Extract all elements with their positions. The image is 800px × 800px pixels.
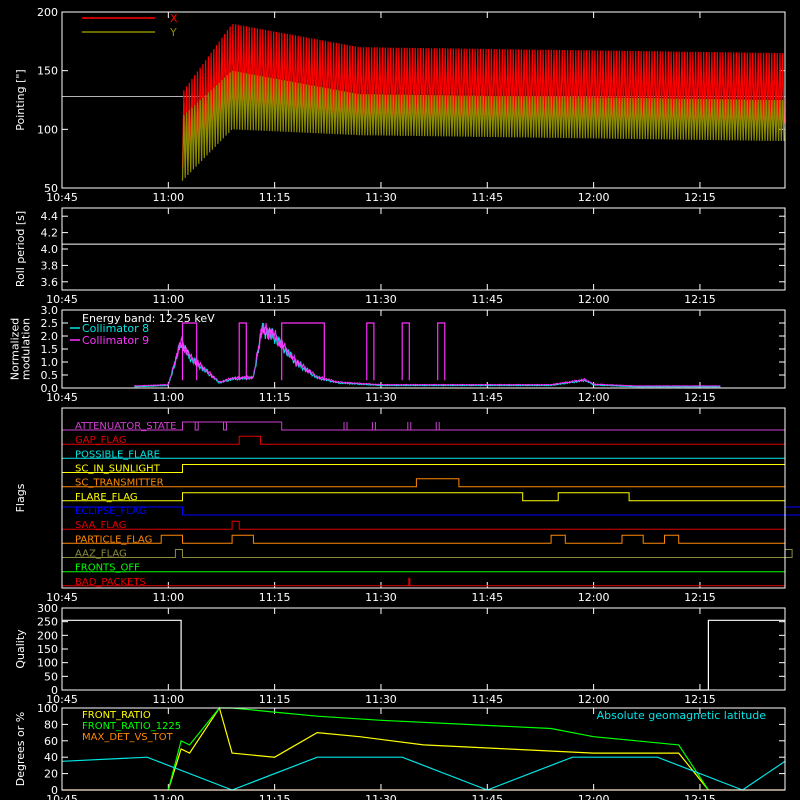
flags-xtick-label: 11:30 <box>365 591 397 604</box>
ratios-legend-label: FRONT_RATIO_1225 <box>82 721 181 732</box>
modulation-ytick-label: 3.0 <box>41 304 59 317</box>
flag-label: GAP_FLAG <box>75 435 127 446</box>
flag-label: FRONTS_OFF <box>75 563 140 574</box>
modulation-xtick-label: 11:15 <box>259 391 291 404</box>
pointing-xtick-label: 11:45 <box>471 191 503 204</box>
flag-label: BAD_PACKETS <box>75 577 146 588</box>
pointing-xtick-label: 11:15 <box>259 191 291 204</box>
flags-xtick-label: 12:00 <box>578 591 610 604</box>
roll-ytick-label: 3.6 <box>41 276 59 289</box>
ratios-ytick-label: 40 <box>44 751 58 764</box>
quality-xtick-label: 11:15 <box>259 693 291 706</box>
roll-ytick-label: 4.0 <box>41 243 59 256</box>
flags-xtick-label: 12:15 <box>684 591 716 604</box>
flags-ylabel: Flags <box>14 483 27 512</box>
ratios-xtick-label: 11:15 <box>259 793 291 800</box>
flag-label: AAZ_FLAG <box>75 549 127 560</box>
pointing-legend-label: Y <box>169 26 177 39</box>
quality-ytick-label: 250 <box>37 616 58 629</box>
ratios-ytick-label: 80 <box>44 718 58 731</box>
modulation-xtick-label: 11:45 <box>471 391 503 404</box>
modulation-ytick-label: 2.5 <box>41 317 59 330</box>
pointing-xtick-label: 12:00 <box>578 191 610 204</box>
quality-ytick-label: 300 <box>37 602 58 615</box>
flag-label: POSSIBLE_FLARE <box>75 449 160 460</box>
ratios-ytick-label: 100 <box>37 702 58 715</box>
flag-label: SAA_FLAG <box>75 520 126 531</box>
modulation-xtick-label: 11:00 <box>152 391 184 404</box>
flag-label: PARTICLE_FLAG <box>75 534 152 545</box>
roll-xtick-label: 11:45 <box>471 293 503 306</box>
quality-ytick-label: 50 <box>44 670 58 683</box>
flag-label: FLARE_FLAG <box>75 492 138 503</box>
ratios-xtick-label: 11:00 <box>152 793 184 800</box>
ratios-xtick-label: 12:15 <box>684 793 716 800</box>
modulation-ytick-label: 1.0 <box>41 356 59 369</box>
flags-xtick-label: 11:15 <box>259 591 291 604</box>
modulation-ytick-label: 1.5 <box>41 343 59 356</box>
ratios-xtick-label: 10:45 <box>46 793 78 800</box>
ratios-xtick-label: 12:00 <box>578 793 610 800</box>
quality-xtick-label: 12:15 <box>684 693 716 706</box>
flag-label: SC_TRANSMITTER <box>75 478 164 489</box>
ratios-legend-label: FRONT_RATIO <box>82 710 151 721</box>
quality-ylabel: Quality <box>14 629 27 669</box>
pointing-xtick-label: 11:30 <box>365 191 397 204</box>
flags-xtick-label: 11:45 <box>471 591 503 604</box>
roll-xtick-label: 11:15 <box>259 293 291 306</box>
modulation-ytick-label: 2.0 <box>41 330 59 343</box>
ratios-ylabel: Degrees or % <box>14 712 27 786</box>
ratios-annotation: Absolute geomagnetic latitude <box>597 709 767 722</box>
ratios-xtick-label: 11:30 <box>365 793 397 800</box>
quality-xtick-label: 11:45 <box>471 693 503 706</box>
ratios-xtick-label: 11:45 <box>471 793 503 800</box>
roll-ytick-label: 4.2 <box>41 227 59 240</box>
quality-xtick-label: 11:30 <box>365 693 397 706</box>
pointing-ylabel: Pointing ["] <box>14 69 27 130</box>
flag-label: SC_IN_SUNLIGHT <box>75 464 161 475</box>
ratios-legend-label: MAX_DET_VS_TOT <box>82 732 174 743</box>
roll-ytick-label: 4.4 <box>41 210 59 223</box>
pointing-xtick-label: 11:00 <box>152 191 184 204</box>
quality-ytick-label: 100 <box>37 657 58 670</box>
roll-ylabel: Roll period [s] <box>14 211 27 287</box>
roll-ytick-label: 3.8 <box>41 259 59 272</box>
flags-xtick-label: 11:00 <box>152 591 184 604</box>
quality-ytick-label: 150 <box>37 643 58 656</box>
flag-label: ATTENUATOR_STATE <box>75 421 176 432</box>
modulation-xtick-label: 10:45 <box>46 391 78 404</box>
pointing-legend-label: X <box>170 12 178 25</box>
ratios-ytick-label: 20 <box>44 768 58 781</box>
roll-xtick-label: 12:15 <box>684 293 716 306</box>
pointing-xtick-label: 12:15 <box>684 191 716 204</box>
pointing-xtick-label: 10:45 <box>46 191 78 204</box>
quality-ytick-label: 200 <box>37 629 58 642</box>
quality-xtick-label: 11:00 <box>152 693 184 706</box>
modulation-legend-label: Collimator 9 <box>82 334 149 347</box>
flag-label: ECLIPSE_FLAG <box>75 506 146 517</box>
pointing-ytick-label: 200 <box>37 6 58 19</box>
pointing-ytick-label: 100 <box>37 123 58 136</box>
roll-xtick-label: 11:00 <box>152 293 184 306</box>
modulation-ytick-label: 0.5 <box>41 369 59 382</box>
ratios-ytick-label: 60 <box>44 735 58 748</box>
modulation-xtick-label: 12:00 <box>578 391 610 404</box>
multi-panel-chart: 5010015020010:45 11:00 11:15 11:30 11:45 12:0… <box>0 0 800 800</box>
roll-xtick-label: 12:00 <box>578 293 610 306</box>
quality-xtick-label: 12:00 <box>578 693 610 706</box>
roll-xtick-label: 11:30 <box>365 293 397 306</box>
modulation-ylabel: modulation <box>20 318 33 380</box>
modulation-xtick-label: 12:15 <box>684 391 716 404</box>
pointing-ytick-label: 150 <box>37 65 58 78</box>
modulation-xtick-label: 11:30 <box>365 391 397 404</box>
